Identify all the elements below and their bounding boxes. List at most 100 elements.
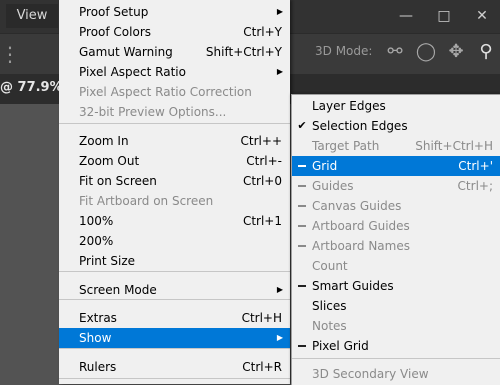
submenu-item-label: Grid — [312, 159, 338, 173]
show-submenu-item-layer-edges[interactable]: Layer Edges — [292, 96, 500, 116]
submenu-item-label: 3D Secondary View — [312, 367, 429, 381]
menu-separator — [292, 358, 500, 359]
submenu-item-shortcut: Ctrl+' — [458, 159, 493, 173]
view-menu-item-screen-mode[interactable]: Screen Mode ▶ — [59, 280, 290, 300]
submenu-item-label: Guides — [312, 179, 354, 193]
pan-3d-icon[interactable]: ✥ — [444, 40, 468, 64]
view-menu-item-zoom-out[interactable]: Zoom Out Ctrl+- — [59, 151, 290, 171]
submenu-arrow-icon: ▶ — [276, 67, 283, 76]
enabled-dash-icon — [298, 205, 306, 207]
show-submenu-item-guides: Guides Ctrl+; — [292, 176, 500, 196]
enabled-dash-icon — [298, 225, 306, 227]
submenu-arrow-icon: ▶ — [276, 285, 283, 294]
enabled-dash-icon — [298, 345, 306, 347]
show-submenu-item-canvas-guides: Canvas Guides — [292, 196, 500, 216]
show-submenu-item-target-path: Target Path Shift+Ctrl+H — [292, 136, 500, 156]
menu-separator — [59, 299, 290, 300]
menu-separator — [59, 348, 290, 349]
minimize-icon[interactable]: — — [386, 0, 426, 33]
view-menu-item-fit-artboard-on-screen: Fit Artboard on Screen — [59, 191, 290, 211]
view-menu-item-print-size[interactable]: Print Size — [59, 251, 290, 271]
show-submenu-item-artboard-guides: Artboard Guides — [292, 216, 500, 236]
view-menu-item-gamut-warning[interactable]: Gamut Warning Shift+Ctrl+Y — [59, 42, 290, 62]
menu-item-shortcut: Shift+Ctrl+Y — [205, 45, 282, 59]
menu-item-shortcut: Ctrl+- — [246, 154, 282, 168]
menu-item-label: 200% — [79, 234, 114, 248]
menu-item-label: Fit on Screen — [79, 174, 157, 188]
checkmark-icon: ✔ — [297, 119, 307, 132]
menu-item-label: Pixel Aspect Ratio — [79, 65, 186, 79]
view-menu-item-zoom-in[interactable]: Zoom In Ctrl++ — [59, 131, 290, 151]
3d-mode-label: 3D Mode: — [315, 44, 373, 58]
submenu-item-label: Selection Edges — [312, 119, 408, 133]
submenu-item-label: Target Path — [312, 139, 380, 153]
roll-3d-icon[interactable]: ◯ — [414, 40, 438, 64]
maximize-icon[interactable]: □ — [424, 0, 464, 33]
menu-item-shortcut: Ctrl++ — [240, 134, 282, 148]
menu-separator — [59, 271, 290, 272]
menu-item-label: Print Size — [79, 254, 136, 268]
show-submenu-item-pixel-grid[interactable]: Pixel Grid — [292, 336, 500, 356]
view-menu-item-200[interactable]: 200% — [59, 231, 290, 251]
show-submenu-item-selection-edges[interactable]: ✔ Selection Edges — [292, 116, 500, 136]
submenu-item-label: Slices — [312, 299, 347, 313]
view-menu-item-pixel-aspect-ratio[interactable]: Pixel Aspect Ratio ▶ — [59, 62, 290, 82]
view-menu-item-32-bit-preview-options: 32-bit Preview Options... — [59, 102, 290, 122]
view-menu-item-extras[interactable]: Extras Ctrl+H — [59, 308, 290, 328]
show-submenu-item-smart-guides[interactable]: Smart Guides — [292, 276, 500, 296]
options-bar-grip-icon[interactable]: ⋮ — [0, 40, 20, 68]
view-menu-item-proof-setup[interactable]: Proof Setup ▶ — [59, 2, 290, 22]
show-submenu-item-count: Count — [292, 256, 500, 276]
menu-item-label: Rulers — [79, 360, 117, 374]
show-submenu: Layer Edges ✔ Selection Edges Target Path Sh… — [291, 94, 500, 385]
menu-item-label: Fit Artboard on Screen — [79, 194, 214, 208]
submenu-item-label: Artboard Names — [312, 239, 410, 253]
submenu-item-label: Layer Edges — [312, 99, 386, 113]
enabled-dash-icon — [298, 285, 306, 287]
view-menu-item-rulers[interactable]: Rulers Ctrl+R — [59, 357, 290, 377]
view-menu-item-fit-on-screen[interactable]: Fit on Screen Ctrl+0 — [59, 171, 290, 191]
menu-item-label: Screen Mode — [79, 283, 157, 297]
submenu-arrow-icon: ▶ — [276, 333, 283, 342]
show-submenu-item-artboard-names: Artboard Names — [292, 236, 500, 256]
menu-item-label: Zoom Out — [79, 154, 140, 168]
menu-item-label: 100% — [79, 214, 114, 228]
menu-separator — [59, 123, 290, 124]
submenu-item-shortcut: Ctrl+; — [457, 179, 493, 193]
menu-separator — [59, 378, 290, 379]
submenu-arrow-icon: ▶ — [276, 7, 283, 16]
view-menu-item-show[interactable]: Show ▶ — [59, 328, 290, 348]
view-menu-item-pixel-aspect-ratio-correction: Pixel Aspect Ratio Correction — [59, 82, 290, 102]
view-menu-item-proof-colors[interactable]: Proof Colors Ctrl+Y — [59, 22, 290, 42]
menu-item-label: Proof Colors — [79, 25, 151, 39]
enabled-dash-icon — [298, 245, 306, 247]
menu-item-label: Extras — [79, 311, 117, 325]
submenu-item-shortcut: Shift+Ctrl+H — [415, 139, 493, 153]
submenu-item-label: Count — [312, 259, 348, 273]
show-submenu-item-slices[interactable]: Slices — [292, 296, 500, 316]
submenu-item-label: Smart Guides — [312, 279, 394, 293]
menu-item-label: Pixel Aspect Ratio Correction — [79, 85, 252, 99]
menu-item-label: 32-bit Preview Options... — [79, 105, 227, 119]
enabled-dash-icon — [298, 165, 306, 167]
submenu-item-label: Pixel Grid — [312, 339, 369, 353]
show-submenu-item-3d-secondary-view: 3D Secondary View — [292, 364, 500, 384]
orbit-3d-icon[interactable]: ⚯ — [383, 40, 407, 64]
submenu-item-label: Artboard Guides — [312, 219, 410, 233]
menu-item-shortcut: Ctrl+R — [242, 360, 282, 374]
menubar-view-menu[interactable]: View — [6, 4, 58, 28]
menu-item-label: Proof Setup — [79, 5, 149, 19]
enabled-dash-icon — [298, 185, 306, 187]
menu-item-label: Show — [79, 331, 112, 345]
menu-item-shortcut: Ctrl+1 — [242, 214, 282, 228]
show-submenu-item-notes: Notes — [292, 316, 500, 336]
menu-item-shortcut: Ctrl+H — [241, 311, 282, 325]
menu-item-shortcut: Ctrl+Y — [243, 25, 282, 39]
menu-item-label: Gamut Warning — [79, 45, 173, 59]
menu-item-label: Zoom In — [79, 134, 129, 148]
submenu-item-label: Canvas Guides — [312, 199, 402, 213]
search-icon[interactable]: ⚲ — [474, 40, 498, 64]
show-submenu-item-grid[interactable]: Grid Ctrl+' — [292, 156, 500, 176]
view-menu-item-100[interactable]: 100% Ctrl+1 — [59, 211, 290, 231]
close-icon[interactable]: ✕ — [462, 0, 500, 33]
